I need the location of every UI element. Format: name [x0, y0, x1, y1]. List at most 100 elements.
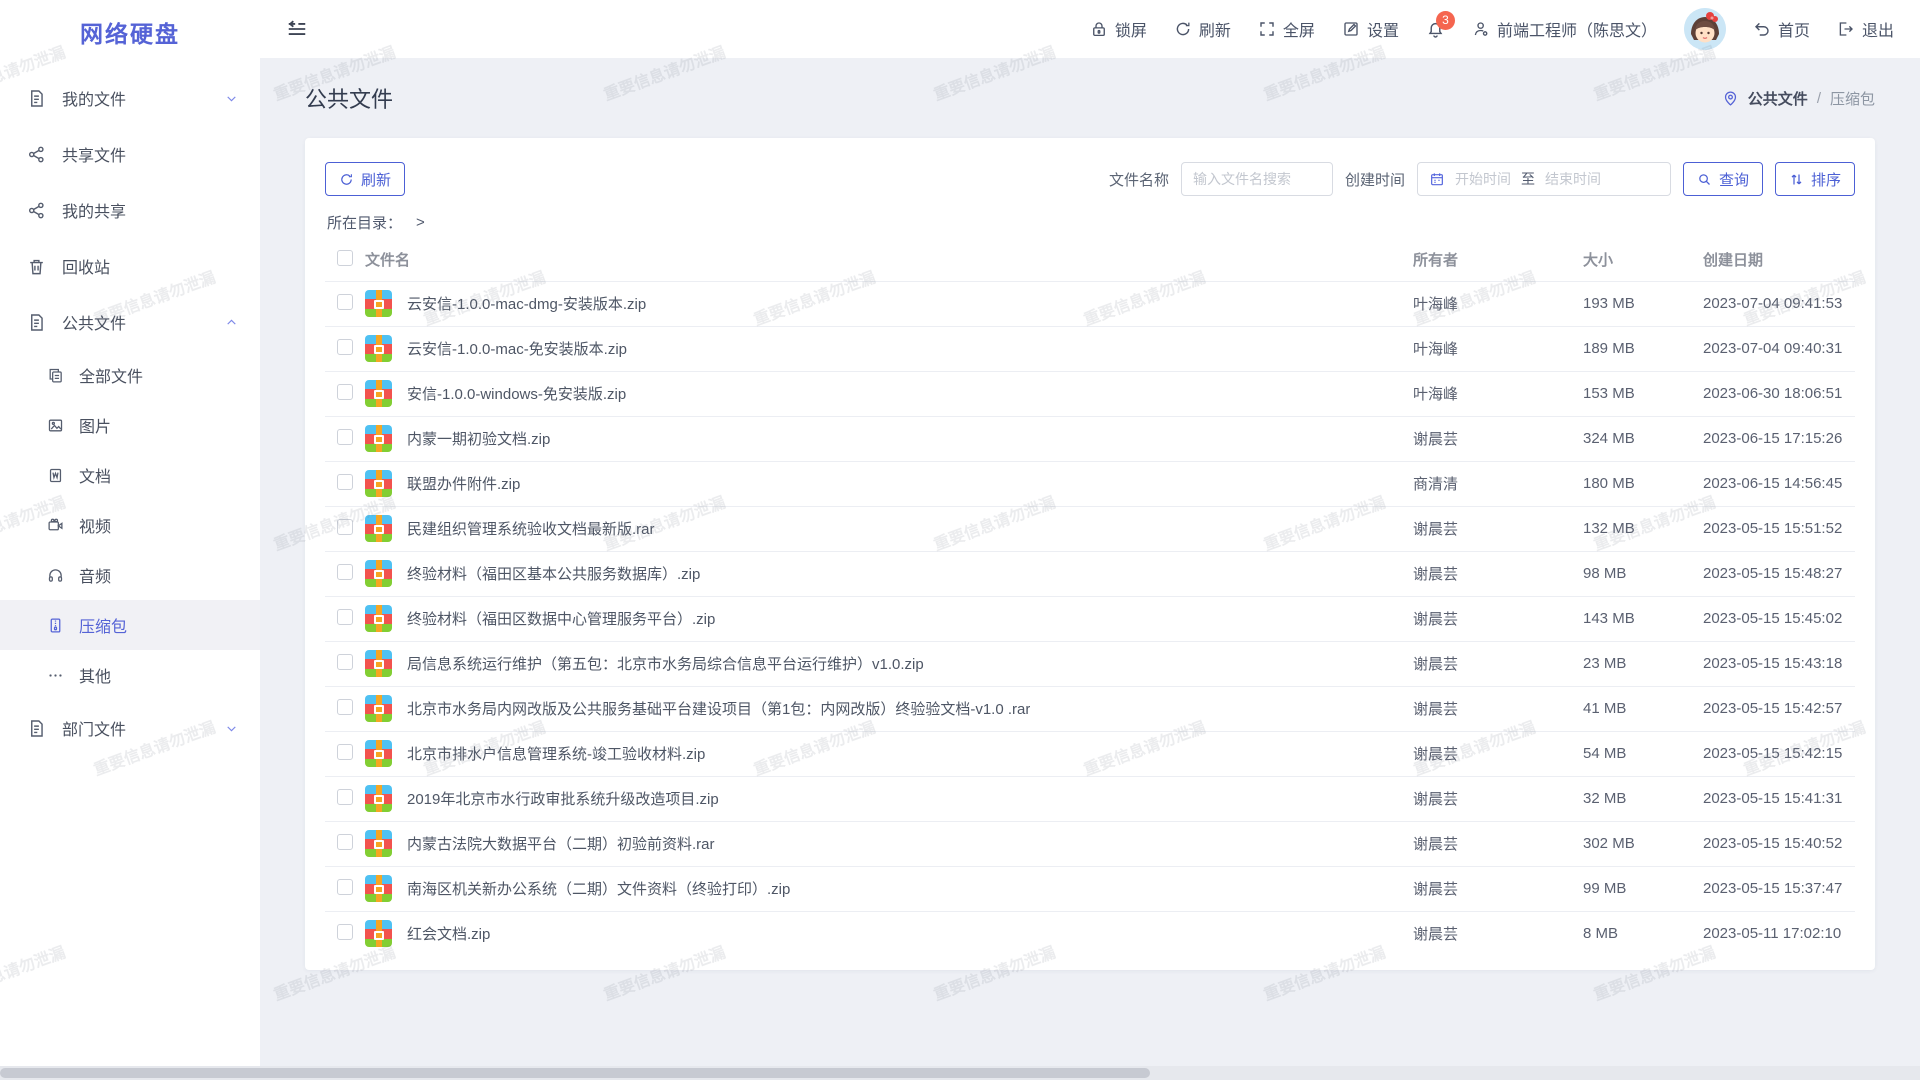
- horizontal-scrollbar-thumb[interactable]: [0, 1068, 1150, 1078]
- table-row[interactable]: 联盟办件附件.zip 商清清 180 MB 2023-06-15 14:56:4…: [325, 461, 1855, 506]
- archive-file-icon: [365, 920, 392, 947]
- file-size: 193 MB: [1583, 281, 1703, 326]
- table-row[interactable]: 南海区机关新办公系统（二期）文件资料（终验打印）.zip 谢晨芸 99 MB 2…: [325, 866, 1855, 911]
- row-checkbox[interactable]: [337, 429, 353, 445]
- user-menu[interactable]: 前端工程师（陈思文）: [1472, 17, 1657, 41]
- sidebar-item-my-shares[interactable]: 我的共享: [0, 182, 260, 238]
- file-created-date: 2023-05-15 15:42:15: [1703, 731, 1855, 776]
- select-all-checkbox[interactable]: [337, 250, 353, 266]
- file-created-date: 2023-05-11 17:02:10: [1703, 911, 1855, 956]
- start-date-placeholder: 开始时间: [1455, 169, 1511, 189]
- row-checkbox[interactable]: [337, 789, 353, 805]
- file-size: 153 MB: [1583, 371, 1703, 416]
- file-name-link[interactable]: 北京市排水户信息管理系统-竣工验收材料.zip: [407, 743, 705, 764]
- file-name-link[interactable]: 红会文档.zip: [407, 923, 490, 944]
- settings-button[interactable]: 设置: [1342, 17, 1399, 41]
- refresh-page-button[interactable]: 刷新: [1174, 17, 1231, 41]
- sidebar-item-others[interactable]: 其他: [0, 650, 260, 700]
- row-checkbox[interactable]: [337, 609, 353, 625]
- row-checkbox[interactable]: [337, 744, 353, 760]
- sidebar-item-documents[interactable]: 文档: [0, 450, 260, 500]
- file-name-link[interactable]: 内蒙古法院大数据平台（二期）初验前资料.rar: [407, 833, 715, 854]
- column-header-name: 文件名: [365, 239, 1413, 281]
- sidebar-item-all-files[interactable]: 全部文件: [0, 350, 260, 400]
- archive-file-icon: [365, 335, 392, 362]
- table-row[interactable]: 内蒙古法院大数据平台（二期）初验前资料.rar 谢晨芸 302 MB 2023-…: [325, 821, 1855, 866]
- row-checkbox[interactable]: [337, 474, 353, 490]
- file-name-link[interactable]: 南海区机关新办公系统（二期）文件资料（终验打印）.zip: [407, 878, 790, 899]
- page-title: 公共文件: [305, 82, 393, 114]
- sidebar-item-my-files[interactable]: 我的文件: [0, 70, 260, 126]
- file-owner: 谢晨芸: [1413, 641, 1583, 686]
- logout-button[interactable]: 退出: [1837, 17, 1894, 41]
- file-owner: 叶海峰: [1413, 371, 1583, 416]
- table-row[interactable]: 终验材料（福田区基本公共服务数据库）.zip 谢晨芸 98 MB 2023-05…: [325, 551, 1855, 596]
- table-row[interactable]: 云安信-1.0.0-mac-dmg-安装版本.zip 叶海峰 193 MB 20…: [325, 281, 1855, 326]
- table-row[interactable]: 民建组织管理系统验收文档最新版.rar 谢晨芸 132 MB 2023-05-1…: [325, 506, 1855, 551]
- avatar[interactable]: [1684, 8, 1726, 50]
- file-name-link[interactable]: 民建组织管理系统验收文档最新版.rar: [407, 518, 655, 539]
- filename-input[interactable]: [1181, 162, 1333, 196]
- archive-file-icon: [365, 740, 392, 767]
- row-checkbox[interactable]: [337, 339, 353, 355]
- sidebar-item-public-files[interactable]: 公共文件: [0, 294, 260, 350]
- sidebar-item-archives[interactable]: 压缩包: [0, 600, 260, 650]
- sort-button[interactable]: 排序: [1775, 162, 1855, 196]
- row-checkbox[interactable]: [337, 924, 353, 940]
- query-button[interactable]: 查询: [1683, 162, 1763, 196]
- table-row[interactable]: 内蒙一期初验文档.zip 谢晨芸 324 MB 2023-06-15 17:15…: [325, 416, 1855, 461]
- table-row[interactable]: 终验材料（福田区数据中心管理服务平台）.zip 谢晨芸 143 MB 2023-…: [325, 596, 1855, 641]
- file-name-link[interactable]: 局信息系统运行维护（第五包：北京市水务局综合信息平台运行维护）v1.0.zip: [407, 653, 924, 674]
- row-checkbox[interactable]: [337, 654, 353, 670]
- file-name-link[interactable]: 联盟办件附件.zip: [407, 473, 520, 494]
- file-name-link[interactable]: 云安信-1.0.0-mac-dmg-安装版本.zip: [407, 293, 646, 314]
- table-row[interactable]: 2019年北京市水行政审批系统升级改造项目.zip 谢晨芸 32 MB 2023…: [325, 776, 1855, 821]
- file-name-link[interactable]: 云安信-1.0.0-mac-免安装版本.zip: [407, 338, 627, 359]
- row-checkbox[interactable]: [337, 384, 353, 400]
- sidebar-item-audio[interactable]: 音频: [0, 550, 260, 600]
- file-name-link[interactable]: 2019年北京市水行政审批系统升级改造项目.zip: [407, 788, 719, 809]
- fullscreen-button[interactable]: 全屏: [1258, 17, 1315, 41]
- file-name-link[interactable]: 内蒙一期初验文档.zip: [407, 428, 550, 449]
- row-checkbox[interactable]: [337, 294, 353, 310]
- home-button[interactable]: 首页: [1753, 17, 1810, 41]
- sidebar-item-images[interactable]: 图片: [0, 400, 260, 450]
- table-row[interactable]: 安信-1.0.0-windows-免安装版.zip 叶海峰 153 MB 202…: [325, 371, 1855, 416]
- file-size: 143 MB: [1583, 596, 1703, 641]
- table-row[interactable]: 北京市水务局内网改版及公共服务基础平台建设项目（第1包：内网改版）终验验文档-v…: [325, 686, 1855, 731]
- breadcrumb-root[interactable]: 公共文件: [1748, 88, 1808, 109]
- table-row[interactable]: 云安信-1.0.0-mac-免安装版本.zip 叶海峰 189 MB 2023-…: [325, 326, 1855, 371]
- table-row[interactable]: 红会文档.zip 谢晨芸 8 MB 2023-05-11 17:02:10: [325, 911, 1855, 956]
- row-checkbox[interactable]: [337, 834, 353, 850]
- row-checkbox[interactable]: [337, 564, 353, 580]
- date-range-picker[interactable]: 开始时间 至 结束时间: [1417, 162, 1671, 196]
- row-checkbox[interactable]: [337, 699, 353, 715]
- copy-files-icon: [46, 366, 64, 384]
- archive-file-icon: [365, 875, 392, 902]
- breadcrumb-separator: /: [1817, 90, 1821, 107]
- lock-screen-button[interactable]: 锁屏: [1090, 17, 1147, 41]
- file-size: 32 MB: [1583, 776, 1703, 821]
- sidebar-item-label: 我的文件: [62, 86, 126, 110]
- table-row[interactable]: 局信息系统运行维护（第五包：北京市水务局综合信息平台运行维护）v1.0.zip …: [325, 641, 1855, 686]
- file-owner: 谢晨芸: [1413, 821, 1583, 866]
- file-name-link[interactable]: 北京市水务局内网改版及公共服务基础平台建设项目（第1包：内网改版）终验验文档-v…: [407, 698, 1030, 719]
- sidebar-item-department-files[interactable]: 部门文件: [0, 700, 260, 756]
- sidebar-item-videos[interactable]: 视频: [0, 500, 260, 550]
- file-owner: 谢晨芸: [1413, 596, 1583, 641]
- table-row[interactable]: 北京市排水户信息管理系统-竣工验收材料.zip 谢晨芸 54 MB 2023-0…: [325, 731, 1855, 776]
- sidebar-item-recycle-bin[interactable]: 回收站: [0, 238, 260, 294]
- file-name-link[interactable]: 终验材料（福田区基本公共服务数据库）.zip: [407, 563, 700, 584]
- file-name-link[interactable]: 安信-1.0.0-windows-免安装版.zip: [407, 383, 626, 404]
- file-name-link[interactable]: 终验材料（福田区数据中心管理服务平台）.zip: [407, 608, 715, 629]
- horizontal-scrollbar[interactable]: [0, 1066, 1920, 1080]
- refresh-list-button[interactable]: 刷新: [325, 162, 405, 196]
- file-owner: 商清清: [1413, 461, 1583, 506]
- collapse-sidebar-icon[interactable]: [286, 18, 308, 40]
- row-checkbox[interactable]: [337, 519, 353, 535]
- notifications-button[interactable]: 3: [1426, 20, 1445, 39]
- row-checkbox[interactable]: [337, 879, 353, 895]
- sidebar-item-shared-files[interactable]: 共享文件: [0, 126, 260, 182]
- range-separator: 至: [1521, 169, 1535, 189]
- file-created-date: 2023-05-15 15:42:57: [1703, 686, 1855, 731]
